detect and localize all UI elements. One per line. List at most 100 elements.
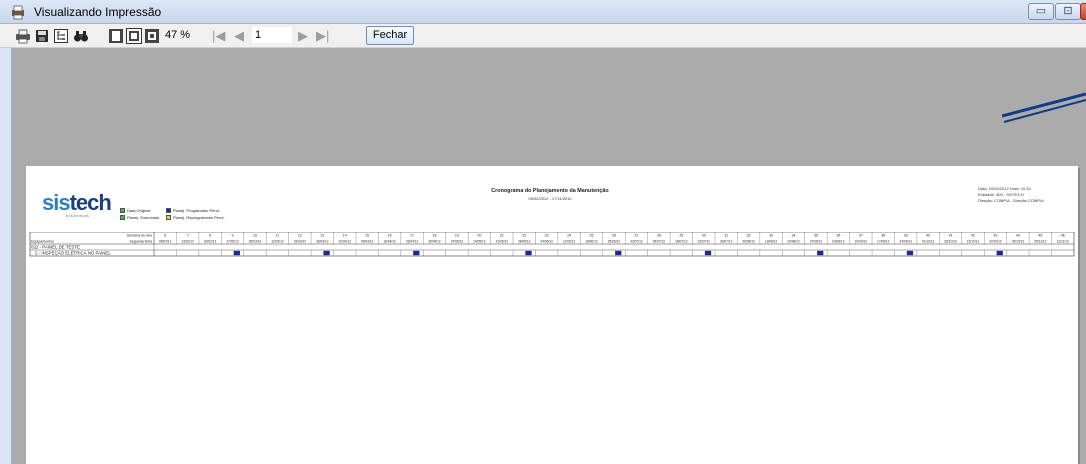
legend-swatch xyxy=(166,208,171,213)
week-number: 24 xyxy=(567,234,571,238)
week-number: 41 xyxy=(949,234,953,238)
week-number: 7 xyxy=(187,234,189,238)
week-date: 03/09/12 xyxy=(832,240,845,244)
legend-item-reprogramado: Planej. Reprogramado Pend. xyxy=(166,215,225,220)
week-date: 22/10/12 xyxy=(989,240,1002,244)
week-number: 19 xyxy=(455,234,459,238)
week-number: 22 xyxy=(522,234,526,238)
previous-page-button[interactable]: ◀ xyxy=(234,27,244,44)
last-page-button[interactable]: ▶| xyxy=(316,27,329,44)
week-date: 30/04/12 xyxy=(428,240,441,244)
week-number: 33 xyxy=(769,234,773,238)
week-date: 09/04/12 xyxy=(361,240,374,244)
cursor-artifact xyxy=(1002,92,1086,123)
planned-task-marker xyxy=(323,250,330,256)
group-label: 022 - PAINEL DE TESTE xyxy=(31,245,80,250)
save-icon[interactable] xyxy=(34,28,50,44)
planned-task-marker xyxy=(615,250,622,256)
legend-item-data-original: Data Original xyxy=(120,208,150,213)
window-title: Visualizando Impressão xyxy=(34,5,162,19)
title-bar: Visualizando Impressão ▭ ⊡ xyxy=(0,0,1086,24)
week-date: 28/05/12 xyxy=(518,240,531,244)
tree-icon[interactable] xyxy=(53,28,69,44)
week-date: 09/07/12 xyxy=(653,240,666,244)
week-number: 23 xyxy=(545,234,549,238)
report-title: Cronograma do Planejamento da Manutenção xyxy=(491,188,609,194)
week-number: 46 xyxy=(1061,234,1065,238)
schedule-grid: Semana do ano Equipamentos Segunda-feira 02… xyxy=(29,232,1075,257)
preview-area[interactable]: sistech sistemas Data Original Planej. P… xyxy=(12,48,1086,464)
week-number: 37 xyxy=(859,234,863,238)
week-number: 20 xyxy=(477,234,481,238)
minimize-button[interactable]: ▭ xyxy=(1028,3,1054,20)
report-period: 09/02/2012 - 17/11/2012 xyxy=(528,196,572,201)
week-number: 8 xyxy=(209,234,211,238)
week-date: 20/08/12 xyxy=(787,240,800,244)
week-date: 12/11/12 xyxy=(1057,240,1069,244)
week-date: 25/06/12 xyxy=(608,240,621,244)
planned-task-marker xyxy=(817,250,824,256)
week-date: 16/07/12 xyxy=(675,240,688,244)
planned-task-marker xyxy=(996,250,1003,256)
week-number: 25 xyxy=(590,234,594,238)
week-date: 20/02/12 xyxy=(204,240,217,244)
next-page-button[interactable]: ▶ xyxy=(298,27,308,44)
week-number: 13 xyxy=(320,234,324,238)
week-number: 36 xyxy=(836,234,840,238)
week-date: 23/07/12 xyxy=(698,240,711,244)
legend-swatch xyxy=(120,215,125,220)
week-date: 04/06/12 xyxy=(540,240,553,244)
close-window-button[interactable] xyxy=(1080,3,1086,20)
week-number: 29 xyxy=(679,234,683,238)
week-header-label: Semana do ano xyxy=(127,234,152,238)
week-number: 16 xyxy=(388,234,392,238)
week-number: 18 xyxy=(432,234,436,238)
week-date: 12/03/12 xyxy=(271,240,284,244)
week-number: 26 xyxy=(612,234,616,238)
week-date: 27/08/12 xyxy=(810,240,823,244)
week-number: 17 xyxy=(410,234,414,238)
week-date: 02/04/12 xyxy=(339,240,352,244)
week-number: 9 xyxy=(232,234,234,238)
report-direction: Direção: COMP/A - Direção COMP/A xyxy=(978,198,1044,203)
week-number: 6 xyxy=(164,234,166,238)
printer-icon[interactable] xyxy=(15,28,31,44)
close-preview-button[interactable]: Fechar xyxy=(366,26,414,45)
planned-task-marker xyxy=(704,250,712,256)
multi-page-icon[interactable] xyxy=(144,28,160,44)
week-number: 44 xyxy=(1016,234,1020,238)
week-date: 19/03/12 xyxy=(294,240,307,244)
week-number: 39 xyxy=(904,234,908,238)
week-number: 32 xyxy=(747,234,751,238)
week-number: 21 xyxy=(500,234,504,238)
week-date: 27/02/12 xyxy=(226,240,239,244)
single-page-icon[interactable] xyxy=(108,28,124,44)
week-date: 07/05/12 xyxy=(451,240,464,244)
week-date: 30/07/12 xyxy=(720,240,733,244)
week-number: 28 xyxy=(657,234,661,238)
page-number-field[interactable]: 1 xyxy=(252,27,292,43)
first-page-button[interactable]: |◀ xyxy=(212,27,225,44)
week-number: 38 xyxy=(881,234,885,238)
legend-swatch xyxy=(120,208,125,213)
task-label: 2 - INSPEÇÃO ELÉTRICA NO PAINEL xyxy=(35,251,111,256)
two-page-icon[interactable] xyxy=(126,28,142,44)
week-date: 15/10/12 xyxy=(967,240,980,244)
week-date: 14/05/12 xyxy=(473,240,486,244)
week-date: 13/02/12 xyxy=(181,240,194,244)
legend-swatch xyxy=(166,215,171,220)
week-number: 45 xyxy=(1038,234,1042,238)
binoculars-icon[interactable] xyxy=(73,28,89,44)
planned-task-marker xyxy=(525,250,532,256)
report-entity: Entidade: 300 - SISTECH xyxy=(978,192,1024,197)
week-number: 35 xyxy=(814,234,818,238)
zoom-field[interactable]: 47 % xyxy=(161,27,197,43)
planned-task-marker xyxy=(906,250,914,256)
maximize-button[interactable]: ⊡ xyxy=(1055,3,1081,20)
week-date: 01/10/12 xyxy=(922,240,935,244)
report-page: sistech sistemas Data Original Planej. P… xyxy=(26,166,1078,464)
week-number: 43 xyxy=(993,234,997,238)
week-date: 17/09/12 xyxy=(877,240,890,244)
legend-item-executado: Planej. Executado xyxy=(120,215,159,220)
toolbar: 47 % |◀ ◀ 1 ▶ ▶| Fechar xyxy=(0,24,1086,48)
